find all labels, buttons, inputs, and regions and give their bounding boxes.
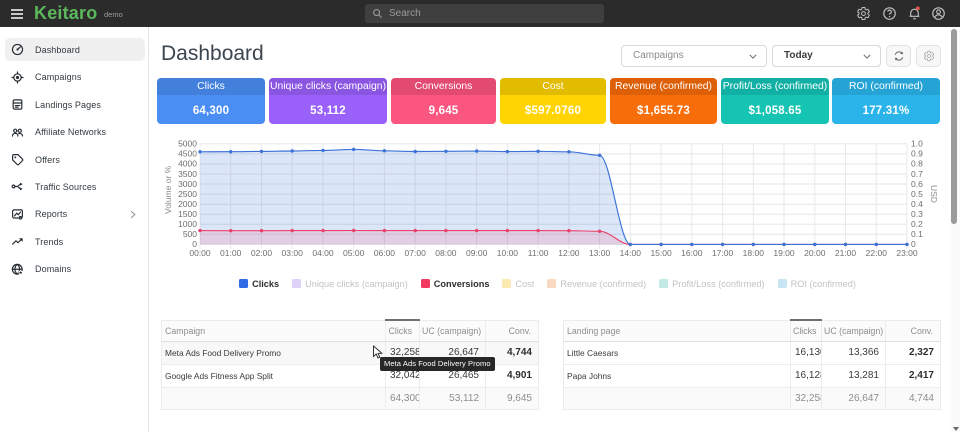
svg-text:0.2: 0.2 [911, 219, 923, 229]
svg-text:0.7: 0.7 [911, 169, 923, 179]
svg-text:1500: 1500 [178, 209, 197, 219]
svg-text:0.3: 0.3 [911, 209, 923, 219]
svg-text:1.0: 1.0 [911, 139, 923, 149]
svg-text:23:00: 23:00 [896, 248, 918, 258]
svg-text:12:00: 12:00 [558, 248, 580, 258]
svg-text:22:00: 22:00 [866, 248, 888, 258]
svg-text:0.1: 0.1 [911, 229, 923, 239]
svg-text:11:00: 11:00 [528, 248, 549, 258]
svg-text:0.6: 0.6 [911, 179, 923, 189]
svg-text:03:00: 03:00 [282, 248, 304, 258]
svg-text:18:00: 18:00 [743, 248, 765, 258]
svg-text:04:00: 04:00 [312, 248, 334, 258]
svg-text:19:00: 19:00 [773, 248, 795, 258]
svg-text:4000: 4000 [178, 159, 197, 169]
svg-text:09:00: 09:00 [466, 248, 488, 258]
svg-text:10:00: 10:00 [497, 248, 519, 258]
svg-text:15:00: 15:00 [650, 248, 672, 258]
svg-text:02:00: 02:00 [251, 248, 273, 258]
svg-text:3500: 3500 [178, 169, 197, 179]
svg-text:05:00: 05:00 [343, 248, 365, 258]
svg-text:20:00: 20:00 [804, 248, 826, 258]
svg-text:2500: 2500 [178, 189, 197, 199]
svg-text:500: 500 [183, 229, 197, 239]
svg-text:3000: 3000 [178, 179, 197, 189]
svg-text:0.4: 0.4 [911, 199, 923, 209]
svg-text:2000: 2000 [178, 199, 197, 209]
svg-text:13:00: 13:00 [589, 248, 611, 258]
svg-text:17:00: 17:00 [712, 248, 734, 258]
svg-text:07:00: 07:00 [405, 248, 427, 258]
svg-text:5000: 5000 [178, 139, 197, 149]
svg-text:1000: 1000 [178, 219, 197, 229]
svg-text:0.5: 0.5 [911, 189, 923, 199]
svg-text:0.8: 0.8 [911, 159, 923, 169]
svg-text:00:00: 00:00 [189, 248, 211, 258]
svg-text:16:00: 16:00 [681, 248, 703, 258]
svg-text:14:00: 14:00 [620, 248, 642, 258]
svg-text:21:00: 21:00 [835, 248, 857, 258]
svg-text:0.9: 0.9 [911, 149, 923, 159]
svg-text:06:00: 06:00 [374, 248, 396, 258]
svg-text:01:00: 01:00 [220, 248, 242, 258]
svg-text:08:00: 08:00 [435, 248, 457, 258]
svg-text:4500: 4500 [178, 149, 197, 159]
